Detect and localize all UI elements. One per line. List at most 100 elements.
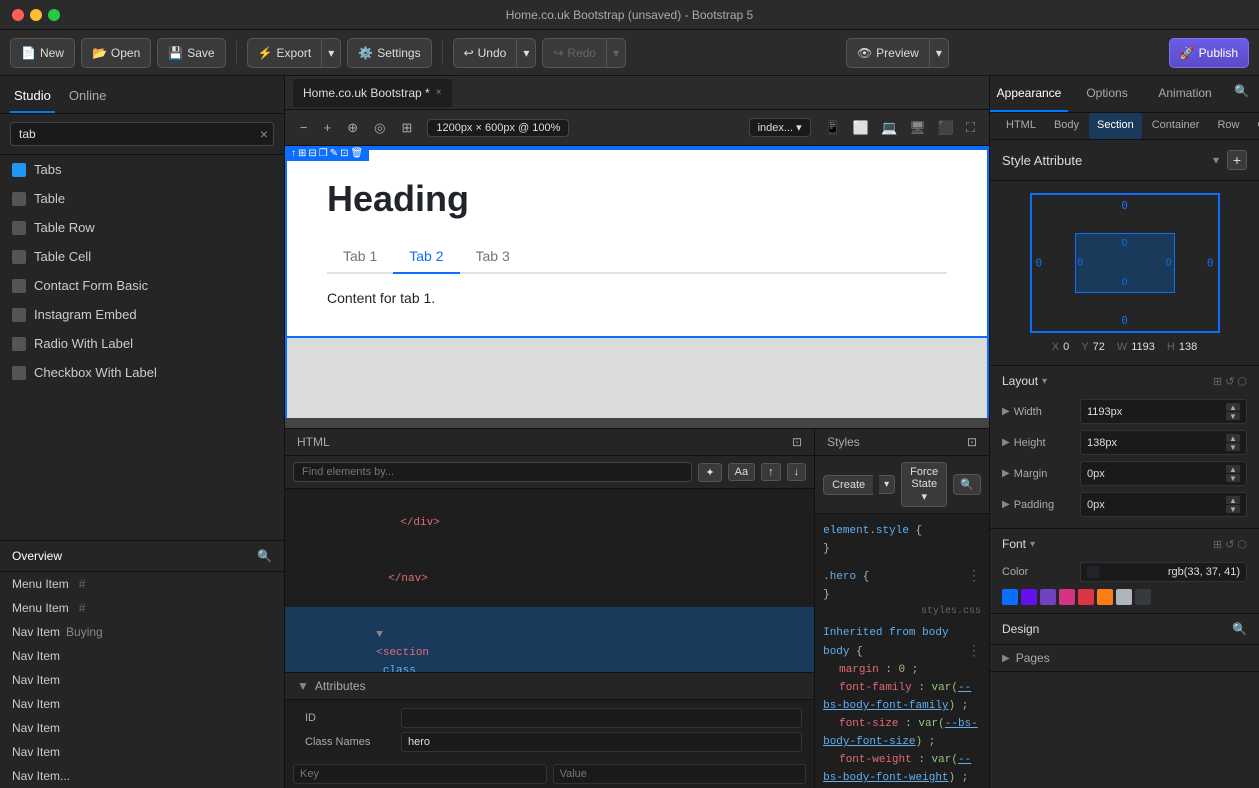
padding-stepper[interactable]: ▲ ▼ (1226, 496, 1240, 513)
swatch-red[interactable] (1078, 589, 1094, 605)
publish-button[interactable]: 🚀 Publish (1169, 38, 1249, 68)
code-line-2[interactable]: </nav> (285, 551, 814, 607)
swatch-blue[interactable] (1002, 589, 1018, 605)
sidebar-item-instagram[interactable]: Instagram Embed (0, 300, 284, 329)
search-input[interactable] (10, 122, 274, 146)
swatch-orange[interactable] (1097, 589, 1113, 605)
sidebar-item-table-cell[interactable]: Table Cell (0, 242, 284, 271)
swatch-dark[interactable] (1135, 589, 1151, 605)
margin-disclosure-arrow[interactable]: ▶ (1002, 468, 1010, 479)
design-search-icon[interactable]: 🔍 (1232, 622, 1247, 636)
hero-style-menu[interactable]: ⋮ (967, 568, 981, 586)
layout-copy-icon[interactable]: ⊞ ↺ ⬡ (1213, 375, 1247, 388)
force-state-button[interactable]: Force State ▾ (901, 462, 947, 507)
layout-section-header[interactable]: Layout ▾ ⊞ ↺ ⬡ (990, 366, 1259, 396)
styles-search-button[interactable]: 🔍 (953, 474, 981, 495)
overview-search-icon[interactable]: 🔍 (257, 549, 272, 563)
html-panel-maximize-icon[interactable]: ⊡ (792, 435, 802, 449)
canvas-tab2[interactable]: Tab 2 (393, 240, 459, 274)
canvas-area[interactable]: ↑ ⊞ ⊟ ❐ ✎ ⊡ 🗑 Heading Tab 1 Tab 2 Ta (285, 146, 989, 428)
overview-item-nav-more[interactable]: Nav Item... (0, 764, 284, 788)
animation-tab[interactable]: Animation (1146, 76, 1224, 112)
key-input[interactable] (293, 764, 547, 784)
value-input[interactable] (553, 764, 807, 784)
undo-dropdown-button[interactable]: ▾ (516, 38, 536, 68)
overlay-edit-icon[interactable]: ✎ (330, 148, 338, 159)
sidebar-item-radio[interactable]: Radio With Label (0, 329, 284, 358)
maximize-window-button[interactable] (48, 9, 60, 21)
section-type-tab[interactable]: Section (1089, 113, 1142, 139)
preview-dropdown-button[interactable]: ▾ (929, 38, 949, 68)
appearance-tab[interactable]: Appearance (990, 76, 1068, 112)
margin-value-box[interactable]: 0px ▲ ▼ (1080, 461, 1247, 486)
sidebar-item-tabs[interactable]: Tabs (0, 155, 284, 184)
create-style-button[interactable]: Create (823, 475, 873, 495)
undo-button[interactable]: ↩ Undo (453, 38, 517, 68)
overview-item-menu1[interactable]: Menu Item # (0, 572, 284, 596)
swatch-pink[interactable] (1059, 589, 1075, 605)
code-line-1[interactable]: </div> (285, 495, 814, 551)
height-stepper[interactable]: ▲ ▼ (1226, 434, 1240, 451)
id-input[interactable] (401, 708, 802, 728)
main-tab[interactable]: Home.co.uk Bootstrap * × (293, 79, 452, 107)
style-attr-add-button[interactable]: + (1227, 150, 1247, 170)
html-down-button[interactable]: ↓ (787, 463, 807, 481)
font-section-header[interactable]: Font ▾ ⊞ ↺ ⬡ (990, 529, 1259, 559)
clear-search-button[interactable]: × (260, 126, 268, 142)
pages-row[interactable]: ▶ Pages (990, 645, 1259, 671)
width-decrement-button[interactable]: ▼ (1226, 412, 1240, 420)
redo-dropdown-button[interactable]: ▾ (606, 38, 626, 68)
desktop-icon[interactable]: 🖥 (905, 118, 930, 138)
tab-close-button[interactable]: × (436, 87, 442, 98)
inherited-body-link[interactable]: body (922, 627, 948, 639)
export-dropdown-button[interactable]: ▾ (321, 38, 341, 68)
canvas-tab1[interactable]: Tab 1 (327, 240, 393, 272)
phone-icon[interactable]: 📱 (821, 118, 845, 138)
open-button[interactable]: 📂 Open (81, 38, 151, 68)
grid-mode-button[interactable]: ⊞ (396, 117, 417, 139)
overview-item-nav5[interactable]: Nav Item (0, 740, 284, 764)
export-button[interactable]: ⚡ Export (247, 38, 322, 68)
html-up-button[interactable]: ↑ (761, 463, 781, 481)
overview-item-nav1[interactable]: Nav Item (0, 644, 284, 668)
body-style-menu[interactable]: ⋮ (967, 643, 981, 661)
tablet-icon[interactable]: ⬜ (849, 118, 873, 138)
sidebar-item-table[interactable]: Table (0, 184, 284, 213)
overlay-delete-icon[interactable]: 🗑 (351, 148, 364, 159)
minimize-window-button[interactable] (30, 9, 42, 21)
canvas-tab3[interactable]: Tab 3 (460, 240, 526, 272)
height-increment-button[interactable]: ▲ (1226, 434, 1240, 442)
overview-item-nav4[interactable]: Nav Item (0, 716, 284, 740)
html-search-input[interactable] (293, 462, 692, 482)
swatch-purple2[interactable] (1040, 589, 1056, 605)
row-type-tab[interactable]: Row (1209, 113, 1247, 139)
zoom-out-button[interactable]: − (295, 117, 313, 138)
save-button[interactable]: 💾 Save (157, 38, 225, 68)
right-search-button[interactable]: 🔍 (1224, 76, 1259, 112)
overlay-grid-icon[interactable]: ⊞ (298, 148, 306, 159)
online-tab[interactable]: Online (65, 84, 111, 113)
overview-item-menu2[interactable]: Menu Item # (0, 596, 284, 620)
width-increment-button[interactable]: ▲ (1226, 403, 1240, 411)
preview-button[interactable]: 👁 Preview (846, 38, 929, 68)
width-disclosure-arrow[interactable]: ▶ (1002, 406, 1010, 417)
html-select-mode-button[interactable]: ✦ (698, 463, 721, 482)
widescreen-icon[interactable]: ⬛ (934, 118, 958, 138)
margin-stepper[interactable]: ▲ ▼ (1226, 465, 1240, 482)
height-disclosure-arrow[interactable]: ▶ (1002, 437, 1010, 448)
style-attr-dropdown-icon[interactable]: ▾ (1213, 153, 1219, 167)
width-stepper[interactable]: ▲ ▼ (1226, 403, 1240, 420)
create-style-dropdown-button[interactable]: ▾ (879, 475, 895, 494)
body-type-tab[interactable]: Body (1046, 113, 1087, 139)
paint-mode-button[interactable]: ◎ (369, 117, 390, 139)
swatch-gray[interactable] (1116, 589, 1132, 605)
overlay-up-icon[interactable]: ↑ (291, 148, 296, 159)
column-type-tab[interactable]: Column (1249, 113, 1259, 139)
margin-increment-button[interactable]: ▲ (1226, 465, 1240, 473)
color-value-box[interactable]: rgb(33, 37, 41) (1080, 562, 1247, 582)
margin-decrement-button[interactable]: ▼ (1226, 474, 1240, 482)
sidebar-item-table-row[interactable]: Table Row (0, 213, 284, 242)
options-tab[interactable]: Options (1068, 76, 1146, 112)
viewport-path[interactable]: index... ▾ (749, 118, 811, 137)
overview-item-nav2[interactable]: Nav Item (0, 668, 284, 692)
